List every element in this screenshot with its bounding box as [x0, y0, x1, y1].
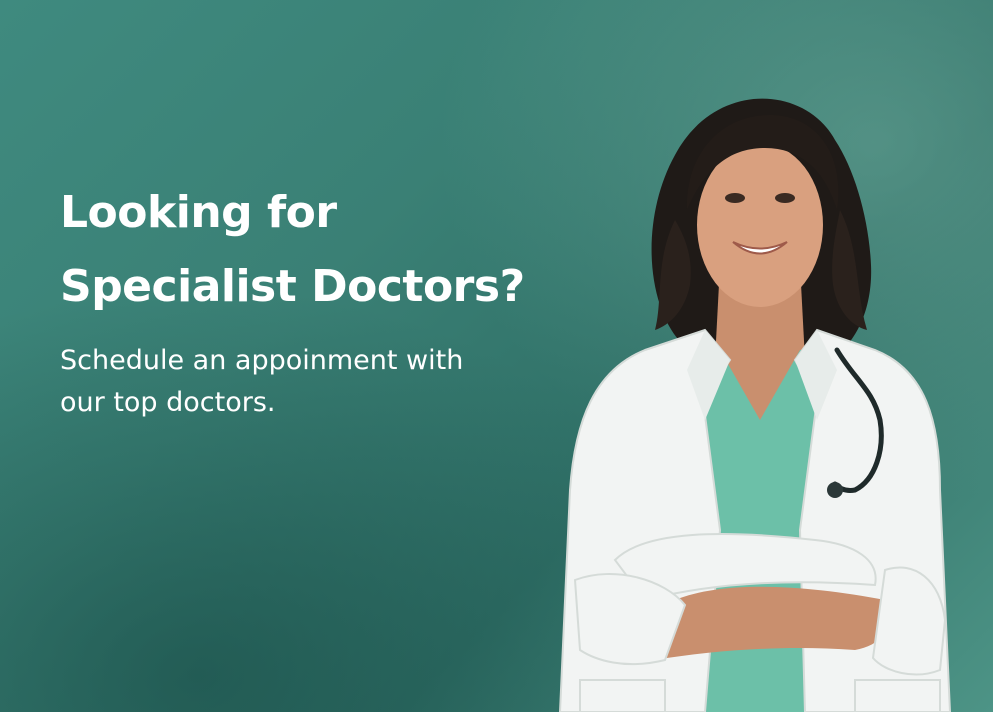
hero-subheadline: Schedule an appoinment with our top doct… — [60, 340, 580, 424]
hero-text-block: Looking for Specialist Doctors? Schedule… — [60, 176, 580, 424]
hero-subheadline-line1: Schedule an appoinment with — [60, 345, 464, 376]
hero-subheadline-line2: our top doctors. — [60, 387, 276, 418]
right-eye — [775, 193, 795, 203]
hero-banner: Looking for Specialist Doctors? Schedule… — [0, 0, 993, 712]
doctor-illustration — [558, 98, 952, 712]
face — [697, 143, 823, 307]
left-eye — [725, 193, 745, 203]
doctor-photo — [555, 60, 965, 712]
hero-headline-line1: Looking for — [60, 187, 337, 238]
hero-headline-line2: Specialist Doctors? — [60, 261, 525, 312]
hero-headline: Looking for Specialist Doctors? — [60, 176, 580, 324]
stethoscope-chestpiece — [827, 482, 843, 498]
